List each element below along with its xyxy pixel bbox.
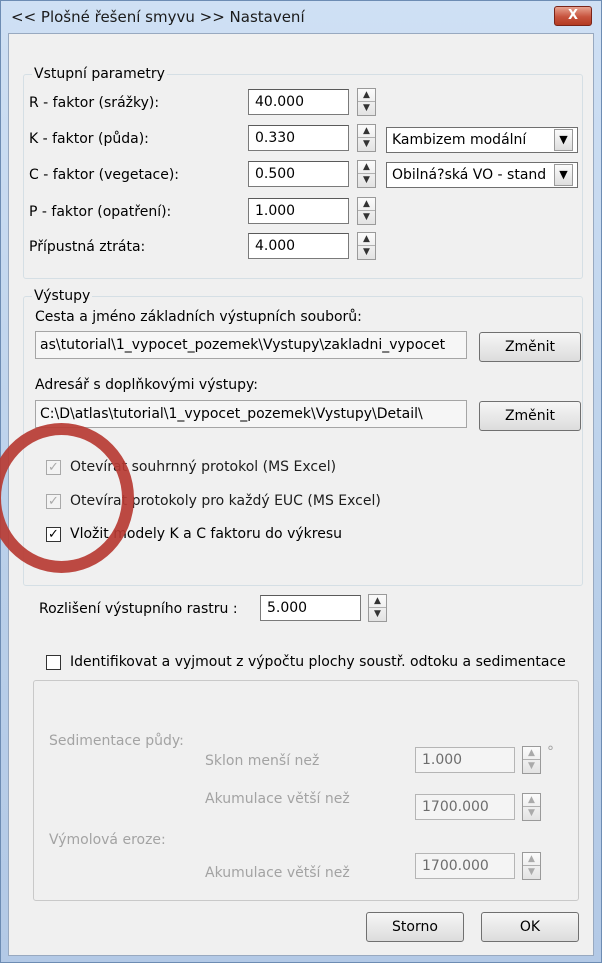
- detail-path-label: Adresář s doplňkovými výstupy:: [35, 377, 259, 393]
- gully-erosion-label: Výmolová eroze:: [49, 832, 166, 848]
- accumulation-label: Akumulace větší než: [205, 791, 350, 807]
- r-factor-label: R - faktor (srážky):: [29, 95, 160, 111]
- accumulation-input[interactable]: 1700.000: [415, 794, 515, 820]
- identify-flow-checkbox[interactable]: [46, 655, 61, 670]
- spin-up-icon[interactable]: ▲: [523, 747, 540, 760]
- change-main-path-button[interactable]: Změnit: [479, 332, 581, 362]
- p-factor-input[interactable]: 1.000: [248, 198, 349, 224]
- soil-sedimentation-label: Sedimentace půdy:: [49, 733, 184, 749]
- slope-spinner[interactable]: ▲ ▼: [522, 746, 541, 774]
- spin-down-icon[interactable]: ▼: [358, 211, 375, 224]
- spin-down-icon[interactable]: ▼: [369, 608, 386, 621]
- raster-resolution-spinner[interactable]: ▲ ▼: [368, 594, 387, 622]
- spin-up-icon[interactable]: ▲: [358, 125, 375, 138]
- window-title: << Plošné řešení smyvu >> Nastavení: [11, 8, 305, 26]
- title-bar[interactable]: << Plošné řešení smyvu >> Nastavení X: [1, 1, 601, 33]
- vegetation-select[interactable]: Obilná?ská VO - stand: [386, 162, 578, 188]
- k-factor-input[interactable]: 0.330: [248, 125, 349, 151]
- spin-down-icon[interactable]: ▼: [358, 138, 375, 151]
- input-parameters-title: Vstupní parametry: [32, 66, 167, 82]
- spin-up-icon[interactable]: ▲: [358, 89, 375, 102]
- spin-up-icon[interactable]: ▲: [358, 198, 375, 211]
- raster-resolution-input[interactable]: 5.000: [260, 595, 361, 621]
- k-factor-label: K - faktor (půda):: [29, 131, 149, 147]
- p-factor-label: P - faktor (opatření):: [29, 204, 172, 220]
- allowed-loss-spinner[interactable]: ▲ ▼: [357, 232, 376, 260]
- spin-up-icon[interactable]: ▲: [369, 595, 386, 608]
- spin-down-icon[interactable]: ▼: [358, 102, 375, 115]
- degree-unit: °: [547, 744, 554, 760]
- p-factor-spinner[interactable]: ▲ ▼: [357, 197, 376, 225]
- chevron-down-icon[interactable]: ▼: [554, 129, 573, 151]
- gully-accumulation-spinner[interactable]: ▲ ▼: [522, 852, 541, 880]
- spin-down-icon[interactable]: ▼: [523, 866, 540, 879]
- raster-resolution-label: Rozlišení výstupního rastru :: [39, 601, 238, 617]
- c-factor-input[interactable]: 0.500: [248, 161, 349, 187]
- spin-down-icon[interactable]: ▼: [523, 807, 540, 820]
- cancel-button[interactable]: Storno: [366, 912, 464, 942]
- gully-accumulation-label: Akumulace větší než: [205, 865, 350, 881]
- r-factor-spinner[interactable]: ▲ ▼: [357, 88, 376, 116]
- identify-flow-label: Identifikovat a vyjmout z výpočtu plochy…: [70, 654, 566, 670]
- accumulation-spinner[interactable]: ▲ ▼: [522, 793, 541, 821]
- soil-type-select[interactable]: Kambizem modální: [386, 127, 578, 153]
- c-factor-spinner[interactable]: ▲ ▼: [357, 160, 376, 188]
- k-factor-spinner[interactable]: ▲ ▼: [357, 124, 376, 152]
- close-button[interactable]: X: [554, 6, 592, 26]
- allowed-loss-label: Přípustná ztráta:: [29, 239, 146, 255]
- spin-up-icon[interactable]: ▲: [523, 853, 540, 866]
- main-output-path: as\tutorial\1_vypocet_pozemek\Vystupy\za…: [35, 331, 467, 359]
- spin-down-icon[interactable]: ▼: [358, 246, 375, 259]
- slope-less-than-label: Sklon menší než: [205, 753, 320, 769]
- spin-up-icon[interactable]: ▲: [358, 233, 375, 246]
- detail-output-path: C:\D\atlas\tutorial\1_vypocet_pozemek\Vy…: [35, 400, 467, 428]
- r-factor-input[interactable]: 40.000: [248, 89, 349, 115]
- chevron-down-icon[interactable]: ▼: [554, 164, 573, 186]
- ok-button[interactable]: OK: [481, 912, 579, 942]
- spin-up-icon[interactable]: ▲: [358, 161, 375, 174]
- dialog-window: << Plošné řešení smyvu >> Nastavení X Vs…: [0, 0, 602, 963]
- allowed-loss-input[interactable]: 4.000: [248, 233, 349, 259]
- slope-input[interactable]: 1.000: [415, 747, 515, 773]
- change-detail-path-button[interactable]: Změnit: [479, 401, 581, 431]
- spin-up-icon[interactable]: ▲: [523, 794, 540, 807]
- spin-down-icon[interactable]: ▼: [358, 174, 375, 187]
- main-path-label: Cesta a jméno základních výstupních soub…: [35, 309, 362, 325]
- spin-down-icon[interactable]: ▼: [523, 760, 540, 773]
- outputs-title: Výstupy: [32, 288, 93, 304]
- c-factor-label: C - faktor (vegetace):: [29, 167, 180, 183]
- gully-accumulation-input[interactable]: 1700.000: [415, 853, 515, 879]
